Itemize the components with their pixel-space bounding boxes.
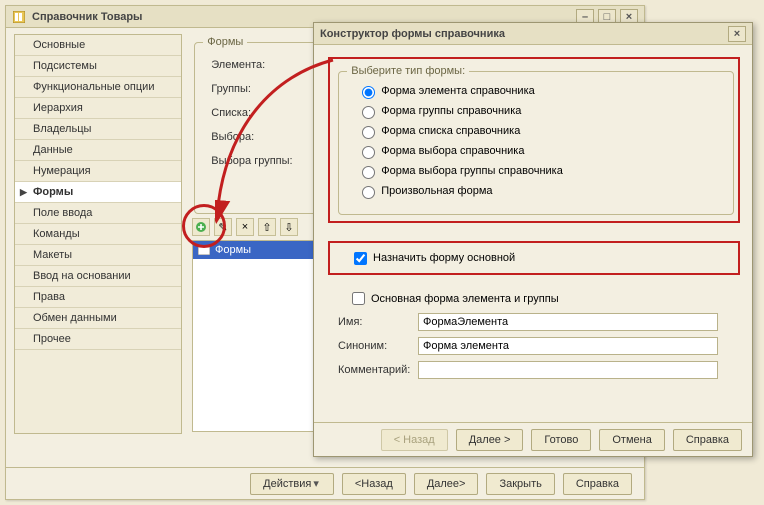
form-type-option[interactable]: Форма группы справочника	[357, 101, 715, 121]
close-main-button[interactable]: Закрыть	[486, 473, 554, 495]
dialog-back-button: < Назад	[381, 429, 448, 451]
sidebar-item-5[interactable]: Данные	[15, 140, 181, 161]
move-down-button[interactable]: ⇩	[280, 218, 298, 236]
form-type-radio[interactable]	[362, 86, 375, 99]
name-input[interactable]	[418, 313, 718, 331]
sidebar-item-10[interactable]: Макеты	[15, 245, 181, 266]
form-slot-label: Группы:	[211, 83, 321, 95]
sidebar-item-2[interactable]: Функциональные опции	[15, 77, 181, 98]
sidebar-item-4[interactable]: Владельцы	[15, 119, 181, 140]
tree-folder-icon	[197, 243, 211, 257]
actions-button[interactable]: Действия▾	[250, 473, 334, 495]
form-type-legend: Выберите тип формы:	[347, 65, 469, 77]
form-type-radio-label: Форма списка справочника	[381, 125, 520, 137]
form-type-radio-label: Форма выбора справочника	[381, 145, 524, 157]
comment-label: Комментарий:	[338, 364, 418, 376]
sidebar-item-7[interactable]: Формы	[15, 182, 181, 203]
synonym-input[interactable]	[418, 337, 718, 355]
sidebar-nav: ОсновныеПодсистемыФункциональные опцииИе…	[14, 34, 182, 434]
name-label: Имя:	[338, 316, 418, 328]
form-type-radio[interactable]	[362, 146, 375, 159]
form-type-radio-label: Форма группы справочника	[381, 105, 521, 117]
main-and-group-checkbox[interactable]	[352, 292, 365, 305]
form-slot-label: Списка:	[211, 107, 321, 119]
add-form-button[interactable]	[192, 218, 210, 236]
sidebar-item-14[interactable]: Прочее	[15, 329, 181, 350]
sidebar-item-0[interactable]: Основные	[15, 35, 181, 56]
form-type-radio[interactable]	[362, 166, 375, 179]
main-and-group-label: Основная форма элемента и группы	[371, 293, 559, 305]
form-type-option[interactable]: Форма элемента справочника	[357, 81, 715, 101]
form-type-radio-label: Форма элемента справочника	[381, 85, 535, 97]
form-type-fieldset: Выберите тип формы: Форма элемента справ…	[338, 65, 734, 215]
form-type-option[interactable]: Форма списка справочника	[357, 121, 715, 141]
back-button[interactable]: <Назад	[342, 473, 406, 495]
form-type-radio-label: Произвольная форма	[381, 185, 492, 197]
form-slot-label: Выбора:	[211, 131, 321, 143]
dialog-next-button[interactable]: Далее >	[456, 429, 524, 451]
sidebar-item-3[interactable]: Иерархия	[15, 98, 181, 119]
form-type-radio[interactable]	[362, 126, 375, 139]
dialog-footer: < Назад Далее > Готово Отмена Справка	[314, 422, 752, 456]
forms-fieldset-legend: Формы	[203, 36, 247, 48]
sidebar-item-12[interactable]: Права	[15, 287, 181, 308]
form-type-option[interactable]: Форма выбора справочника	[357, 141, 715, 161]
main-title: Справочник Товары	[32, 11, 142, 23]
tree-root-label: Формы	[215, 244, 251, 256]
dialog-titlebar: Конструктор формы справочника ×	[314, 23, 752, 45]
comment-input[interactable]	[418, 361, 718, 379]
highlight-box-assign: Назначить форму основной	[328, 241, 740, 275]
assign-main-checkbox[interactable]	[354, 252, 367, 265]
synonym-label: Синоним:	[338, 340, 418, 352]
help-button[interactable]: Справка	[563, 473, 632, 495]
catalog-icon	[12, 10, 26, 24]
move-up-button[interactable]: ⇧	[258, 218, 276, 236]
sidebar-item-8[interactable]: Поле ввода	[15, 203, 181, 224]
sidebar-item-11[interactable]: Ввод на основании	[15, 266, 181, 287]
sidebar-item-1[interactable]: Подсистемы	[15, 56, 181, 77]
dialog-help-button[interactable]: Справка	[673, 429, 742, 451]
main-footer: Действия▾ <Назад Далее> Закрыть Справка	[6, 467, 644, 499]
next-button[interactable]: Далее>	[414, 473, 479, 495]
dialog-close-button[interactable]: ×	[728, 26, 746, 42]
form-type-option[interactable]: Форма выбора группы справочника	[357, 161, 715, 181]
sidebar-item-9[interactable]: Команды	[15, 224, 181, 245]
dialog-ready-button[interactable]: Готово	[531, 429, 591, 451]
dialog-cancel-button[interactable]: Отмена	[599, 429, 664, 451]
sidebar-item-13[interactable]: Обмен данными	[15, 308, 181, 329]
delete-form-button[interactable]: ×	[236, 218, 254, 236]
edit-form-button[interactable]: ✎	[214, 218, 232, 236]
form-constructor-dialog: Конструктор формы справочника × Выберите…	[313, 22, 753, 457]
form-type-radio-label: Форма выбора группы справочника	[381, 165, 563, 177]
form-slot-label: Выбора группы:	[211, 155, 321, 167]
form-type-option[interactable]: Произвольная форма	[357, 181, 715, 201]
form-type-radio[interactable]	[362, 186, 375, 199]
dialog-title: Конструктор формы справочника	[320, 28, 505, 40]
form-slot-label: Элемента:	[211, 59, 321, 71]
form-type-radio[interactable]	[362, 106, 375, 119]
assign-main-label[interactable]: Назначить форму основной	[373, 252, 515, 264]
sidebar-item-6[interactable]: Нумерация	[15, 161, 181, 182]
